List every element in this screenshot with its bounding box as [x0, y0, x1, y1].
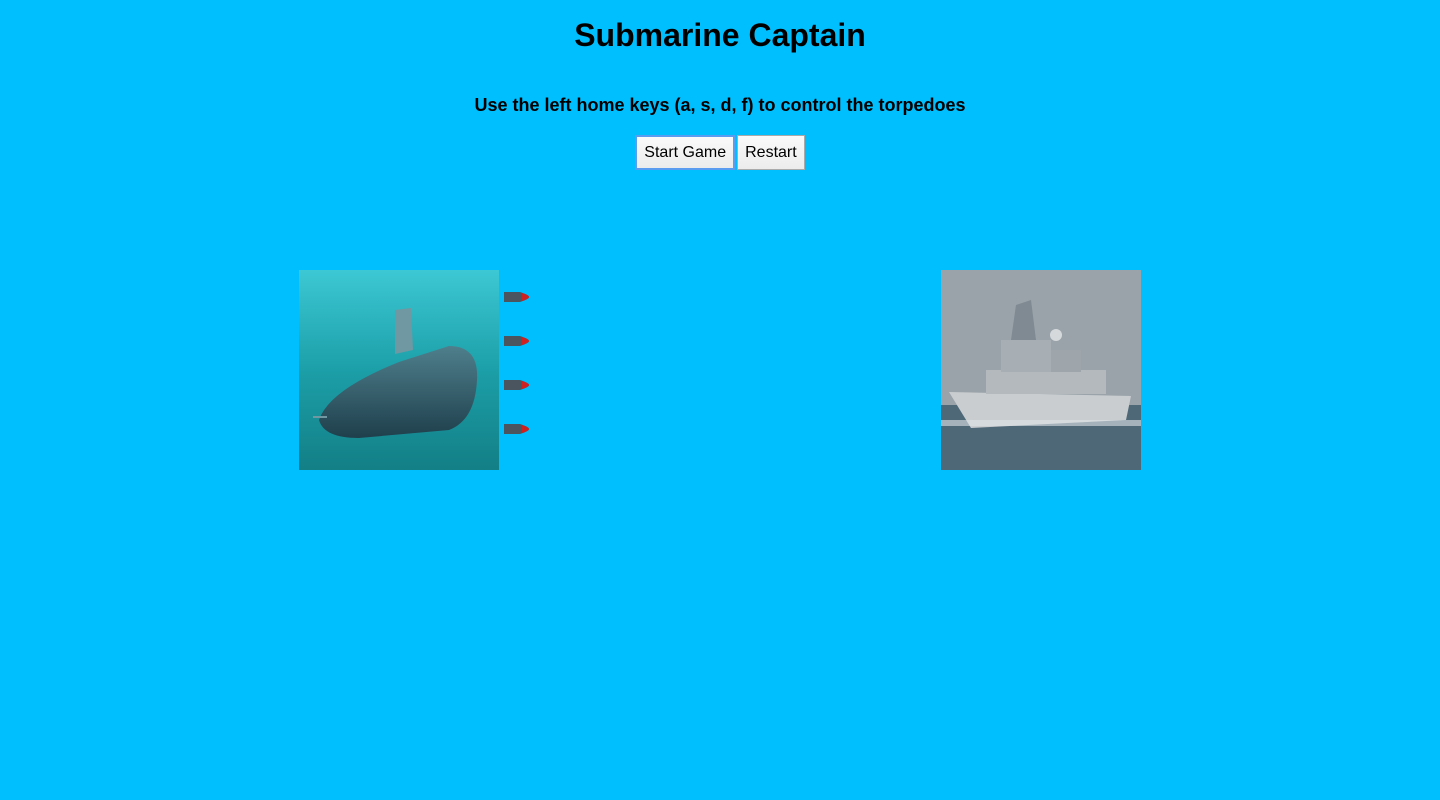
torpedo-a: [504, 292, 529, 302]
torpedo-d: [504, 380, 529, 390]
torpedo-f: [504, 424, 529, 434]
instructions: Use the left home keys (a, s, d, f) to c…: [474, 95, 966, 115]
torpedo-s: [504, 336, 529, 346]
submarine-image: [299, 270, 499, 470]
game-title: Submarine Captain: [574, 17, 866, 53]
controls: Start Game Restart: [0, 135, 1440, 170]
restart-button[interactable]: Restart: [737, 135, 805, 170]
start-game-button[interactable]: Start Game: [635, 135, 736, 170]
warship-image: [941, 270, 1141, 470]
